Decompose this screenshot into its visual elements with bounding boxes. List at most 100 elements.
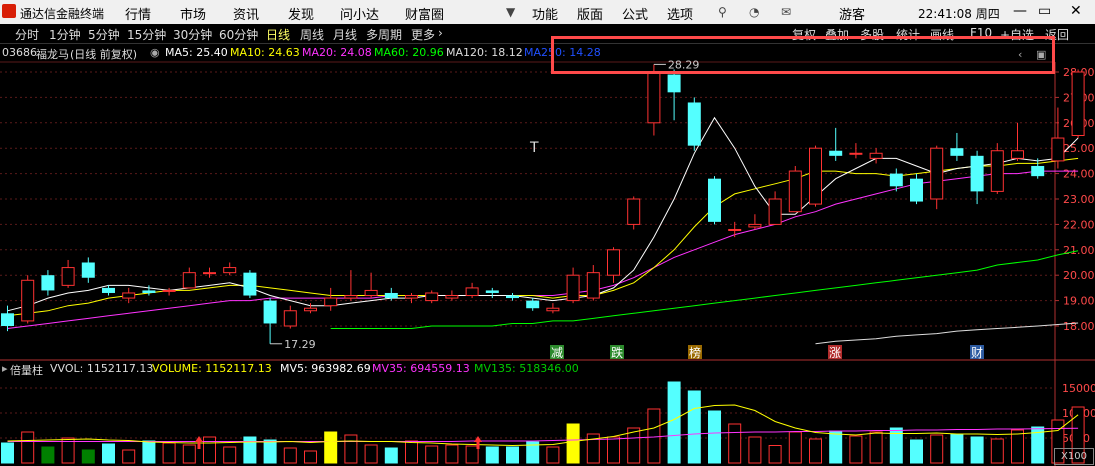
volume-bar xyxy=(223,446,237,464)
volume-bar xyxy=(445,444,459,464)
candle-body xyxy=(182,272,196,289)
vol-mv35: MV35: 694559.13 xyxy=(372,362,470,375)
volume-bar xyxy=(81,449,95,464)
event-marker: 涨 xyxy=(829,345,841,360)
price-axis-label: 22.00 xyxy=(1063,218,1095,231)
candle-body xyxy=(384,292,398,299)
price-axis-label: 19.00 xyxy=(1063,295,1095,308)
price-axis-label: 24.00 xyxy=(1063,168,1095,181)
candle-body xyxy=(304,307,317,312)
volume-bar xyxy=(950,433,964,464)
candle-body xyxy=(586,272,600,299)
candle-body xyxy=(1071,71,1085,136)
candle-body xyxy=(203,272,216,275)
candle-body xyxy=(546,307,560,312)
candle-body xyxy=(324,297,338,307)
volume-unit[interactable]: X100 xyxy=(1054,448,1094,465)
candle-body xyxy=(81,262,95,278)
candle-body xyxy=(506,295,519,299)
event-marker: 跌 xyxy=(611,345,623,360)
vol-mv135: MV135: 518346.00 xyxy=(474,362,579,375)
candle-body xyxy=(1,313,14,326)
candle-body xyxy=(768,198,782,225)
candle-body xyxy=(465,287,479,297)
vol-mv5: MV5: 963982.69 xyxy=(280,362,371,375)
volume-bar xyxy=(263,439,277,464)
candle-body xyxy=(61,267,75,286)
event-marker: 榜 xyxy=(689,345,701,360)
candle-body xyxy=(930,147,944,200)
volume-bar xyxy=(869,431,883,464)
volume-bar xyxy=(788,431,802,464)
volume-bar xyxy=(930,434,944,464)
price-axis-label: 23.00 xyxy=(1063,193,1095,206)
candle-body xyxy=(627,198,641,225)
candle-body xyxy=(849,152,863,155)
volume-bar xyxy=(243,436,257,464)
mv5-line xyxy=(7,404,1079,447)
volume-panel-arrow-icon[interactable]: ▸ xyxy=(2,362,8,375)
vol-volume: VOLUME: 1152117.13 xyxy=(152,362,272,375)
candle-body xyxy=(667,74,681,93)
volume-bar xyxy=(667,381,681,464)
volume-bar xyxy=(304,450,317,464)
candle-body xyxy=(748,223,762,228)
candle-body xyxy=(1011,150,1024,159)
candle-body xyxy=(405,295,418,299)
price-axis-label: 21.00 xyxy=(1063,244,1095,257)
volume-bar xyxy=(384,447,398,464)
volume-bar xyxy=(485,446,499,464)
candle-body xyxy=(445,295,459,299)
candle-body xyxy=(829,150,843,156)
volume-bar xyxy=(283,447,297,464)
volume-bar xyxy=(41,446,55,464)
volume-bar xyxy=(465,445,479,464)
candle-body xyxy=(243,272,257,296)
candle-body xyxy=(687,102,701,146)
event-marker: 财 xyxy=(971,346,983,360)
event-marker: 减 xyxy=(551,346,563,360)
candle-body xyxy=(142,290,156,293)
candle-body xyxy=(788,170,802,213)
volume-bar xyxy=(1,442,14,464)
volume-bar xyxy=(364,444,378,464)
candle-body xyxy=(566,274,580,302)
volume-bar xyxy=(162,442,176,464)
candle-body xyxy=(41,275,55,291)
legend-ma5: MA5: 25.40 xyxy=(165,46,228,59)
candle-body xyxy=(607,249,620,276)
volume-bar xyxy=(768,445,782,464)
candle-body xyxy=(647,71,661,124)
volume-bar xyxy=(809,438,822,464)
volume-bar xyxy=(506,446,519,464)
volume-bar xyxy=(728,423,742,464)
candle-body xyxy=(869,152,883,159)
candle-body xyxy=(889,173,903,187)
price-axis-label: 18.00 xyxy=(1063,320,1095,333)
candle-body xyxy=(990,150,1004,192)
volume-bar xyxy=(970,436,984,464)
volume-bar xyxy=(849,435,863,464)
candle-body xyxy=(526,300,540,309)
vol-vvol: VVOL: 1152117.13 xyxy=(50,362,154,375)
volume-bar xyxy=(102,443,115,464)
t-marker: T xyxy=(529,140,539,156)
candle-body xyxy=(364,289,378,297)
candle-body xyxy=(950,148,964,156)
volume-bar xyxy=(990,438,1004,464)
volume-bar xyxy=(647,408,661,464)
stock-code: 03686 xyxy=(2,46,37,59)
volume-bar xyxy=(182,444,196,464)
volume-bar xyxy=(122,449,136,464)
low-price-label: 17.29 xyxy=(284,338,316,351)
volume-bar xyxy=(142,440,156,464)
candle-body xyxy=(728,228,742,231)
period-description: (日线 前复权) xyxy=(70,48,138,61)
candle-body xyxy=(102,287,115,293)
ma60-line xyxy=(330,250,1079,329)
candle-body xyxy=(283,310,297,327)
volume-bar xyxy=(21,431,35,464)
candle-body xyxy=(1031,165,1045,177)
settings-icon[interactable]: ◉ xyxy=(150,46,160,59)
volume-bar xyxy=(1011,429,1024,464)
